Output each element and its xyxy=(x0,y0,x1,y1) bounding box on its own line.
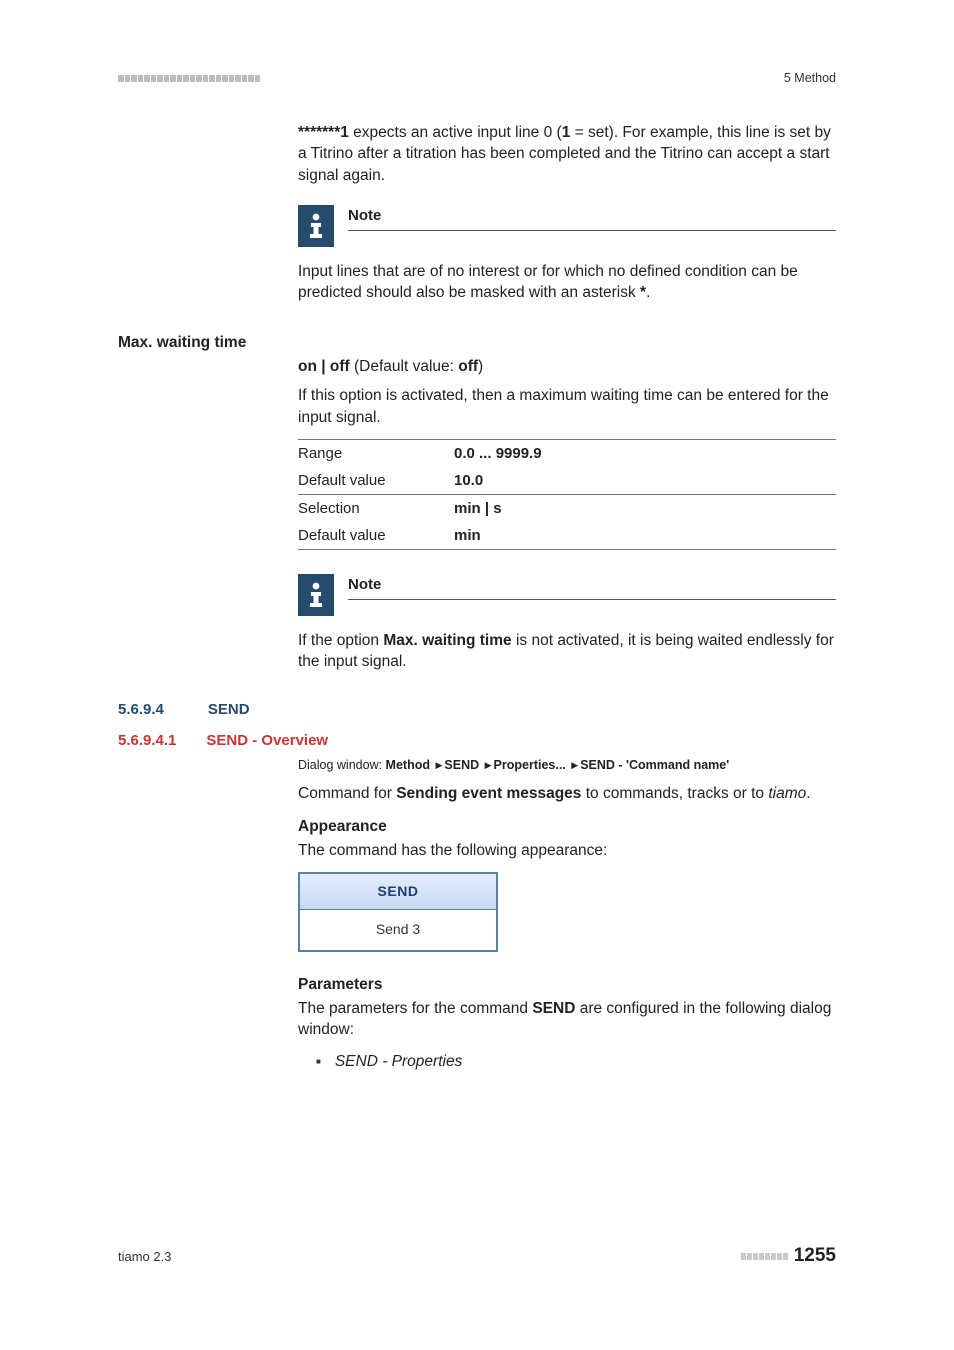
note-block-2: Note xyxy=(298,574,836,616)
header-decorative-dashes xyxy=(118,75,260,82)
send-widget-body: Send 3 xyxy=(300,910,496,950)
chapter-label: 5 Method xyxy=(784,70,836,88)
note-body-1: Input lines that are of no interest or f… xyxy=(298,261,836,304)
section-number: 5.6.9.4 xyxy=(118,699,164,720)
default-value-2: min xyxy=(454,522,836,550)
info-icon xyxy=(298,205,334,247)
note-body-2: If the option Max. waiting time is not a… xyxy=(298,630,836,673)
dialog-window-path: Dialog window: Method ▶SEND ▶Properties.… xyxy=(298,757,836,775)
range-value: 0.0 ... 9999.9 xyxy=(454,439,836,467)
default-value-1: 10.0 xyxy=(454,467,836,495)
appearance-desc: The command has the following appearance… xyxy=(298,840,836,862)
note-block-1: Note xyxy=(298,205,836,247)
section-send: 5.6.9.4 SEND xyxy=(118,699,836,720)
parameters-list: SEND - Properties xyxy=(298,1051,836,1073)
info-icon xyxy=(298,574,334,616)
appearance-heading: Appearance xyxy=(298,816,836,838)
send-widget-header: SEND xyxy=(300,874,496,911)
footer-decorative-dashes xyxy=(741,1253,788,1260)
default-label-2: Default value xyxy=(298,522,454,550)
note-title: Note xyxy=(348,574,836,600)
max-waiting-time-heading: Max. waiting time xyxy=(118,332,836,354)
default-label-1: Default value xyxy=(298,467,454,495)
command-description: Command for Sending event messages to co… xyxy=(298,783,836,805)
selection-value: min | s xyxy=(454,494,836,522)
subsection-title: SEND - Overview xyxy=(206,730,328,751)
page-header: 5 Method xyxy=(118,70,836,88)
max-waiting-table: Range 0.0 ... 9999.9 Default value 10.0 … xyxy=(298,439,836,550)
page-footer: tiamo 2.3 1255 xyxy=(118,1243,836,1270)
range-label: Range xyxy=(298,439,454,467)
subsection-number: 5.6.9.4.1 xyxy=(118,730,176,751)
subsection-send-overview: 5.6.9.4.1 SEND - Overview xyxy=(118,730,836,751)
product-name: tiamo 2.3 xyxy=(118,1248,171,1266)
send-command-widget: SEND Send 3 xyxy=(298,872,498,952)
page-number: 1255 xyxy=(794,1243,836,1270)
section-title: SEND xyxy=(208,699,250,720)
intro-paragraph: *******1 expects an active input line 0 … xyxy=(298,122,836,187)
note-title: Note xyxy=(348,205,836,231)
list-item: SEND - Properties xyxy=(316,1051,836,1073)
parameters-desc: The parameters for the command SEND are … xyxy=(298,998,836,1041)
max-waiting-options: on | off (Default value: off) xyxy=(298,356,836,378)
parameters-heading: Parameters xyxy=(298,974,836,996)
max-waiting-desc: If this option is activated, then a maxi… xyxy=(298,385,836,428)
selection-label: Selection xyxy=(298,494,454,522)
